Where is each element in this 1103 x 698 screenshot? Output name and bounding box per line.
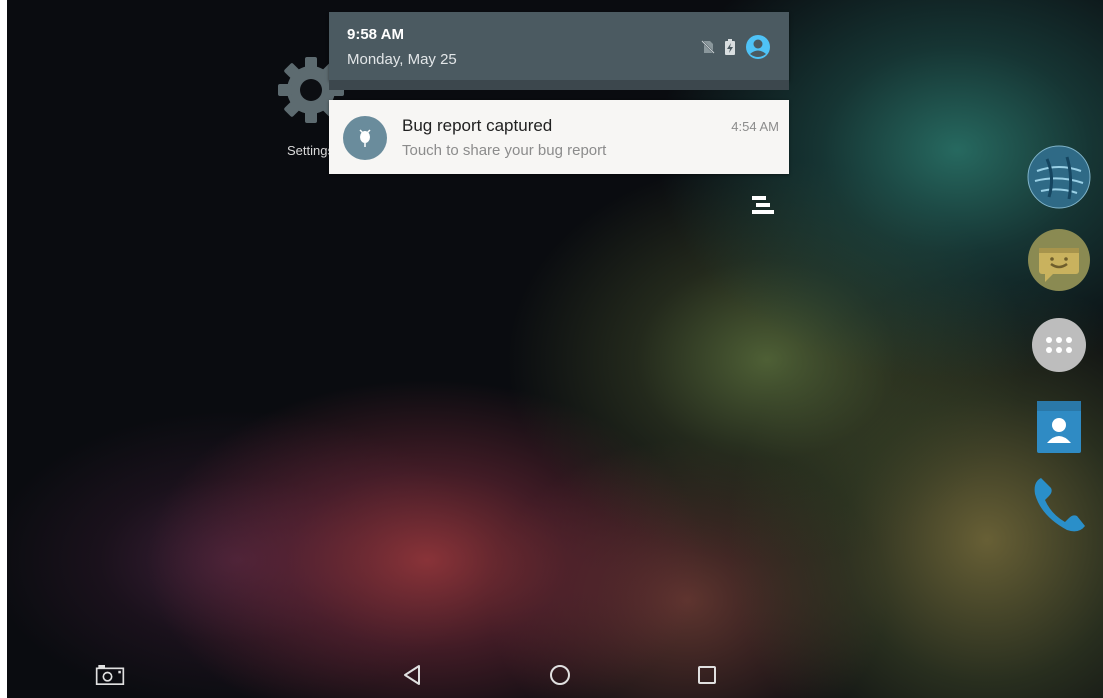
battery-charging-icon [725, 39, 735, 55]
notification-time: 4:54 AM [731, 119, 779, 134]
back-button[interactable] [397, 660, 427, 690]
home-button[interactable] [545, 660, 575, 690]
navigation-bar [7, 650, 1103, 698]
user-avatar-icon[interactable] [745, 34, 771, 60]
screenshot-button[interactable] [95, 660, 125, 690]
phone-app[interactable] [1027, 472, 1091, 536]
browser-globe-icon [1027, 145, 1091, 209]
screenshot-icon [95, 665, 125, 685]
notification-text: Touch to share your bug report [402, 142, 607, 159]
no-sim-icon [701, 40, 715, 54]
bug-report-notification[interactable]: Bug report captured Touch to share your … [329, 100, 789, 174]
contacts-icon [1037, 401, 1081, 453]
all-apps-button[interactable] [1027, 313, 1091, 377]
notification-icon-badge [343, 116, 387, 160]
bug-icon [359, 129, 371, 147]
status-icons [701, 34, 771, 60]
back-icon [404, 665, 420, 685]
settings-label: Settings [287, 143, 334, 158]
dismiss-all-icon[interactable] [748, 193, 776, 217]
recents-button[interactable] [692, 660, 722, 690]
contacts-app[interactable] [1027, 395, 1091, 459]
messaging-icon [1028, 229, 1090, 291]
home-screen: Settings 9:58 AM Monday, May 25 Bug repo… [7, 0, 1103, 698]
recents-icon [698, 666, 716, 684]
all-apps-icon [1032, 318, 1086, 372]
notification-shade-header[interactable]: 9:58 AM Monday, May 25 [329, 12, 789, 80]
date: Monday, May 25 [347, 51, 457, 68]
shade-divider [329, 80, 789, 90]
notification-title: Bug report captured [402, 116, 553, 135]
home-icon [550, 665, 570, 685]
messaging-app[interactable] [1027, 228, 1091, 292]
clock: 9:58 AM [347, 26, 404, 43]
browser-app[interactable] [1027, 145, 1091, 209]
phone-icon [1034, 478, 1085, 532]
